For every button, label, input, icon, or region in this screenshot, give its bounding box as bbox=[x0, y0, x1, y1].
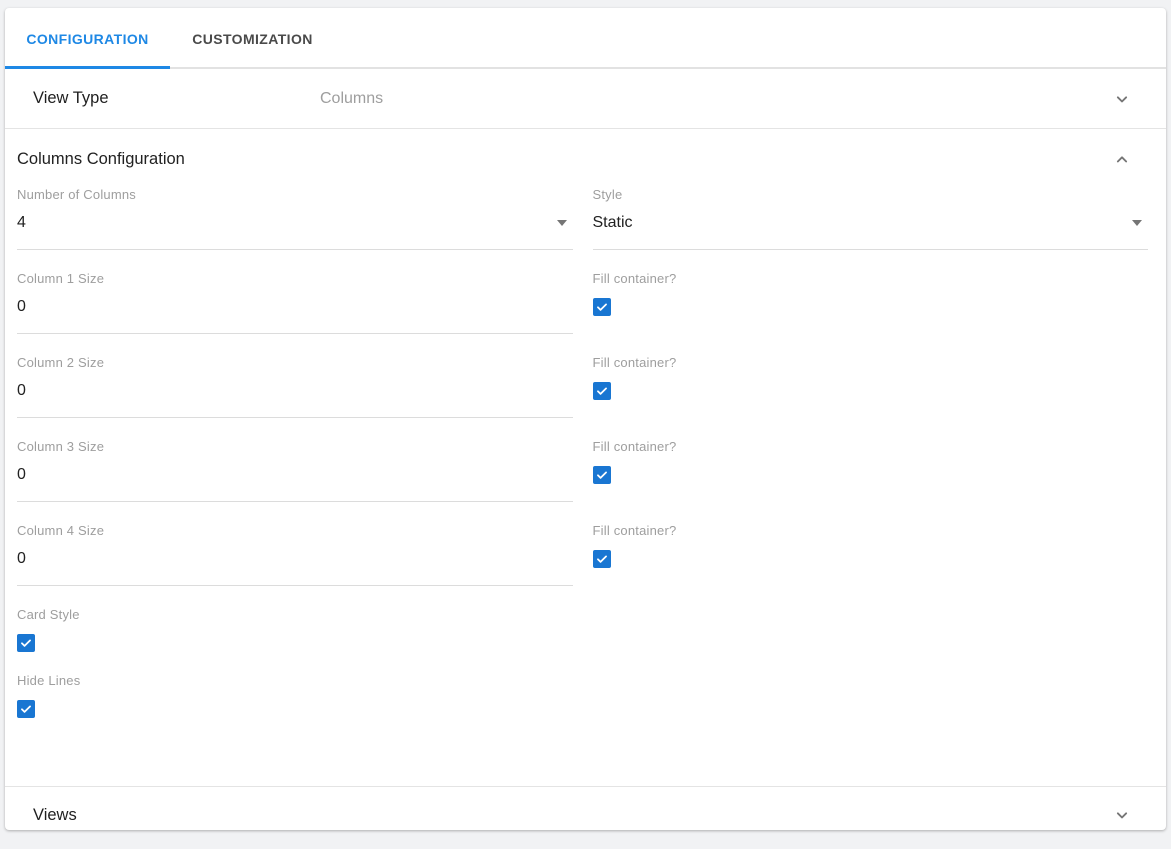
number-of-columns-label: Number of Columns bbox=[17, 187, 573, 202]
checkmark-icon bbox=[595, 468, 609, 482]
view-type-value: Columns bbox=[320, 90, 383, 108]
column-3-size-input[interactable]: Column 3 Size 0 bbox=[17, 439, 573, 502]
view-type-panel-header[interactable]: View Type Columns bbox=[5, 69, 1166, 129]
columns-configuration-title: Columns Configuration bbox=[17, 150, 185, 169]
fill-container-3-label: Fill container? bbox=[593, 439, 1149, 454]
checkmark-icon bbox=[19, 636, 33, 650]
fill-container-3-checkbox[interactable] bbox=[593, 466, 611, 484]
views-panel-header[interactable]: Views bbox=[5, 786, 1166, 830]
fill-container-2-label: Fill container? bbox=[593, 355, 1149, 370]
card-style-checkbox[interactable] bbox=[17, 634, 35, 652]
column-3-size-label: Column 3 Size bbox=[17, 439, 573, 454]
tab-configuration-label: CONFIGURATION bbox=[26, 31, 148, 47]
hide-lines-label: Hide Lines bbox=[17, 673, 573, 688]
column-4-size-input[interactable]: Column 4 Size 0 bbox=[17, 523, 573, 586]
style-value: Static bbox=[593, 212, 633, 234]
fill-container-2-checkbox[interactable] bbox=[593, 382, 611, 400]
chevron-down-icon[interactable] bbox=[1110, 87, 1134, 111]
columns-configuration-header[interactable]: Columns Configuration bbox=[17, 147, 1148, 171]
columns-form: Number of Columns 4 Style Static Column … bbox=[17, 187, 1148, 739]
fill-container-1-field: Fill container? bbox=[593, 271, 1149, 334]
column-2-size-label: Column 2 Size bbox=[17, 355, 573, 370]
views-label: Views bbox=[33, 806, 77, 825]
fill-container-2-field: Fill container? bbox=[593, 355, 1149, 418]
fill-container-4-label: Fill container? bbox=[593, 523, 1149, 538]
card-style-label: Card Style bbox=[17, 607, 573, 622]
column-4-size-value: 0 bbox=[17, 548, 26, 570]
column-2-size-input[interactable]: Column 2 Size 0 bbox=[17, 355, 573, 418]
chevron-up-icon[interactable] bbox=[1110, 147, 1134, 171]
chevron-down-icon[interactable] bbox=[1110, 803, 1134, 827]
columns-configuration-section: Columns Configuration Number of Columns … bbox=[5, 129, 1166, 786]
configuration-card: CONFIGURATION CUSTOMIZATION View Type Co… bbox=[5, 8, 1166, 830]
column-1-size-value: 0 bbox=[17, 296, 26, 318]
column-4-size-label: Column 4 Size bbox=[17, 523, 573, 538]
view-type-label: View Type bbox=[33, 89, 109, 108]
tab-configuration[interactable]: CONFIGURATION bbox=[5, 8, 170, 69]
number-of-columns-select[interactable]: Number of Columns 4 bbox=[17, 187, 573, 250]
dropdown-arrow-icon bbox=[557, 220, 567, 226]
checkmark-icon bbox=[595, 384, 609, 398]
column-3-size-value: 0 bbox=[17, 464, 26, 486]
card-style-field: Card Style bbox=[17, 607, 573, 652]
fill-container-1-checkbox[interactable] bbox=[593, 298, 611, 316]
tab-customization[interactable]: CUSTOMIZATION bbox=[170, 8, 335, 69]
column-1-size-input[interactable]: Column 1 Size 0 bbox=[17, 271, 573, 334]
checkmark-icon bbox=[595, 300, 609, 314]
tab-customization-label: CUSTOMIZATION bbox=[192, 31, 313, 47]
style-label: Style bbox=[593, 187, 1149, 202]
number-of-columns-value: 4 bbox=[17, 212, 26, 234]
checkmark-icon bbox=[595, 552, 609, 566]
hide-lines-field: Hide Lines bbox=[17, 673, 573, 718]
fill-container-3-field: Fill container? bbox=[593, 439, 1149, 502]
hide-lines-checkbox[interactable] bbox=[17, 700, 35, 718]
fill-container-4-checkbox[interactable] bbox=[593, 550, 611, 568]
tab-bar: CONFIGURATION CUSTOMIZATION bbox=[5, 8, 1166, 69]
checkmark-icon bbox=[19, 702, 33, 716]
column-1-size-label: Column 1 Size bbox=[17, 271, 573, 286]
dropdown-arrow-icon bbox=[1132, 220, 1142, 226]
style-select[interactable]: Style Static bbox=[593, 187, 1149, 250]
fill-container-1-label: Fill container? bbox=[593, 271, 1149, 286]
fill-container-4-field: Fill container? bbox=[593, 523, 1149, 586]
column-2-size-value: 0 bbox=[17, 380, 26, 402]
